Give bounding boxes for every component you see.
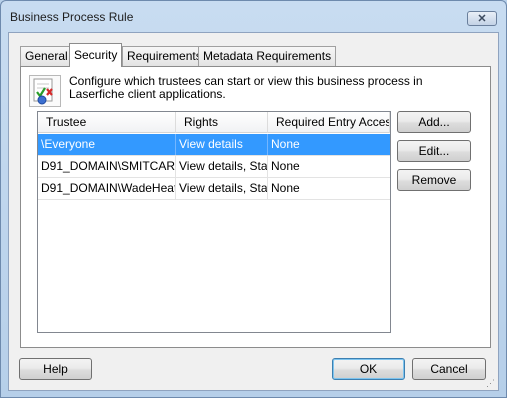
help-button[interactable]: Help xyxy=(19,358,92,380)
tab-security[interactable]: Security xyxy=(69,43,123,67)
close-button[interactable]: ✕ xyxy=(467,11,497,26)
grid-header: Trustee Rights Required Entry Access xyxy=(38,112,390,133)
column-header-trustee[interactable]: Trustee xyxy=(38,112,176,133)
rights-cell: View details xyxy=(176,134,268,155)
title-bar[interactable]: Business Process Rule ✕ xyxy=(1,1,506,33)
remove-trustee-button[interactable]: Remove xyxy=(397,169,471,191)
rights-cell: View details, Start xyxy=(176,178,268,199)
tab-general[interactable]: General xyxy=(20,46,73,66)
trustee-cell: D91_DOMAIN\SMITCARR xyxy=(38,156,176,177)
column-header-rights[interactable]: Rights xyxy=(176,112,268,133)
trustee-cell: \Everyone xyxy=(38,134,176,155)
ok-button[interactable]: OK xyxy=(332,358,405,380)
security-tab-panel: Configure which trustees can start or vi… xyxy=(20,66,491,348)
table-row[interactable]: \Everyone View details None xyxy=(38,134,390,156)
tab-metadata-requirements[interactable]: Metadata Requirements xyxy=(198,46,337,66)
cancel-button[interactable]: Cancel xyxy=(412,358,486,380)
trustee-cell: D91_DOMAIN\WadeHeat xyxy=(38,178,176,199)
security-description: Configure which trustees can start or vi… xyxy=(69,74,423,101)
access-cell: None xyxy=(271,159,300,173)
column-header-required-entry-access[interactable]: Required Entry Access xyxy=(268,112,390,133)
access-cell: None xyxy=(271,137,300,151)
rights-cell: View details, Start xyxy=(176,156,268,177)
dialog-window: Business Process Rule ✕ General Security… xyxy=(0,0,507,398)
close-icon: ✕ xyxy=(477,13,487,25)
dialog-body: General Security Requirements Metadata R… xyxy=(8,32,499,391)
edit-trustee-button[interactable]: Edit... xyxy=(397,140,471,162)
trustee-permissions-icon xyxy=(29,75,61,107)
tab-requirements[interactable]: Requirements xyxy=(122,46,207,66)
access-cell: None xyxy=(271,181,300,195)
resize-grip-icon[interactable]: ⋰ xyxy=(486,378,496,388)
trustee-grid[interactable]: Trustee Rights Required Entry Access \Ev… xyxy=(37,111,391,333)
add-trustee-button[interactable]: Add... xyxy=(397,111,471,133)
table-row[interactable]: D91_DOMAIN\WadeHeat View details, Start … xyxy=(38,178,390,200)
window-title: Business Process Rule xyxy=(10,10,134,24)
table-row[interactable]: D91_DOMAIN\SMITCARR View details, Start … xyxy=(38,156,390,178)
